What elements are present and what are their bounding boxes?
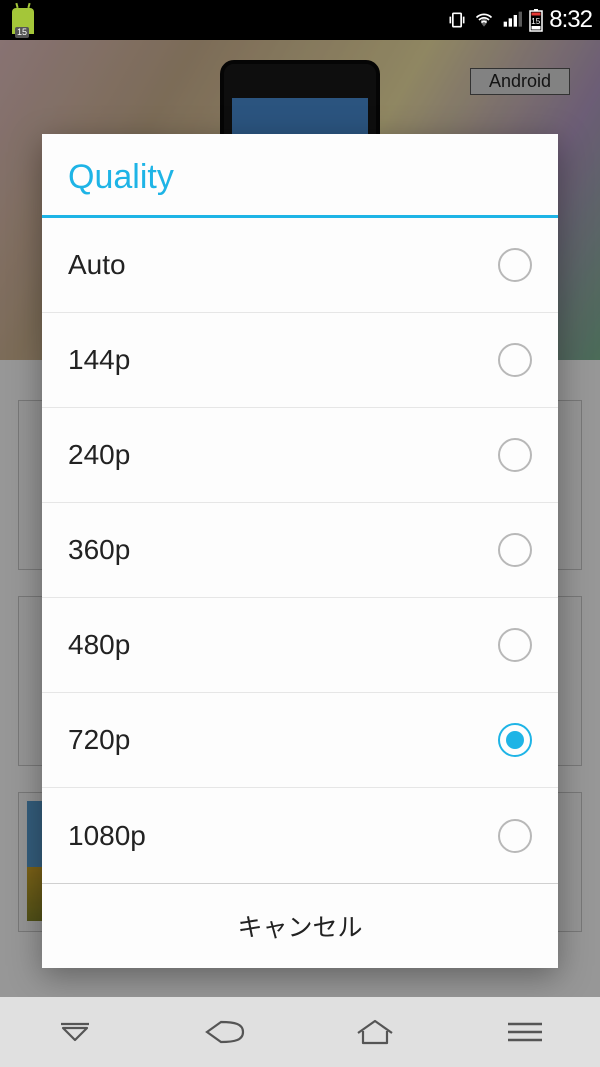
option-label: 480p [68,629,130,661]
quality-dialog: Quality Auto 144p 240p 360p 480p 720p 10… [42,134,558,968]
vibrate-icon [447,10,467,30]
nav-menu-button[interactable] [497,1012,553,1052]
clock: 8:32 [549,6,592,34]
quality-option-480p[interactable]: 480p [42,598,558,693]
status-bar: 15 15 8:32 [0,0,600,40]
nav-back-button[interactable] [197,1012,253,1052]
cancel-button[interactable]: キャンセル [42,883,558,968]
android-mascot-icon: 15 [12,8,34,34]
radio-icon [498,343,532,377]
radio-icon [498,533,532,567]
nav-home-button[interactable] [347,1012,403,1052]
option-label: 720p [68,724,130,756]
option-label: Auto [68,249,126,281]
quality-option-144p[interactable]: 144p [42,313,558,408]
battery-icon: 15 [529,8,543,32]
quality-option-360p[interactable]: 360p [42,503,558,598]
radio-icon [498,438,532,472]
radio-icon [498,819,532,853]
quality-option-auto[interactable]: Auto [42,218,558,313]
system-nav-bar [0,997,600,1067]
quality-option-1080p[interactable]: 1080p [42,788,558,883]
option-label: 360p [68,534,130,566]
wifi-icon [473,10,495,30]
quality-options-list: Auto 144p 240p 360p 480p 720p 1080p [42,218,558,883]
radio-icon [498,248,532,282]
signal-icon [501,10,523,30]
option-label: 240p [68,439,130,471]
radio-icon [498,628,532,662]
dialog-title: Quality [42,134,558,215]
quality-option-240p[interactable]: 240p [42,408,558,503]
notification-badge: 15 [15,27,29,38]
status-right: 15 8:32 [447,6,592,34]
status-left: 15 [8,6,34,34]
option-label: 144p [68,344,130,376]
nav-dropdown-button[interactable] [47,1012,103,1052]
radio-icon [498,723,532,757]
option-label: 1080p [68,820,146,852]
battery-badge: 15 [531,17,540,26]
quality-option-720p[interactable]: 720p [42,693,558,788]
